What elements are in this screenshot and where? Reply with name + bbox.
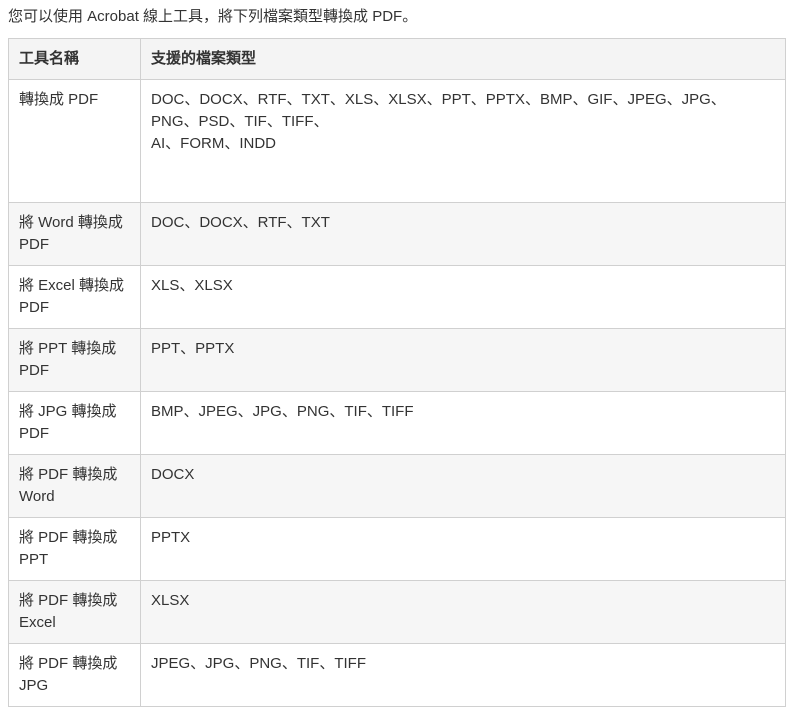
formats-cell: DOC、DOCX、RTF、TXT、XLS、XLSX、PPT、PPTX、BMP、G… <box>140 79 786 203</box>
tool-name-cell: 將 PDF 轉換成 Excel <box>8 580 141 644</box>
formats-cell: BMP、JPEG、JPG、PNG、TIF、TIFF <box>140 391 786 455</box>
table-row: 將 Excel 轉換成 PDF XLS、XLSX <box>8 265 786 329</box>
tool-name-cell: 將 PPT 轉換成 PDF <box>8 328 141 392</box>
intro-text: 您可以使用 Acrobat 線上工具，將下列檔案類型轉換成 PDF。 <box>8 8 418 25</box>
table-row: 將 PDF 轉換成 JPG JPEG、JPG、PNG、TIF、TIFF <box>8 643 786 707</box>
table-row: 將 PDF 轉換成 Excel XLSX <box>8 580 786 644</box>
formats-line: XLSX <box>151 592 190 609</box>
table-row: 將 Word 轉換成 PDF DOC、DOCX、RTF、TXT <box>8 202 786 266</box>
formats-line: PPT、PPTX <box>151 340 235 357</box>
formats-cell: JPEG、JPG、PNG、TIF、TIFF <box>140 643 786 707</box>
table-row: 將 PDF 轉換成 Word DOCX <box>8 454 786 518</box>
table-row: 轉換成 PDF DOC、DOCX、RTF、TXT、XLS、XLSX、PPT、PP… <box>8 79 786 203</box>
tool-name-cell: 將 Excel 轉換成 PDF <box>8 265 141 329</box>
header-tool-name: 工具名稱 <box>8 38 141 80</box>
formats-cell: PPTX <box>140 517 786 581</box>
tool-name-cell: 轉換成 PDF <box>8 79 141 203</box>
formats-line: BMP、JPEG、JPG、PNG、TIF、TIFF <box>151 403 414 420</box>
formats-cell: XLSX <box>140 580 786 644</box>
formats-line: PNG、PSD、TIF、TIFF、 <box>151 113 329 130</box>
tool-name-cell: 將 Word 轉換成 PDF <box>8 202 141 266</box>
formats-line: PPTX <box>151 529 191 546</box>
formats-cell: XLS、XLSX <box>140 265 786 329</box>
formats-cell: DOC、DOCX、RTF、TXT <box>140 202 786 266</box>
header-supported-types: 支援的檔案類型 <box>140 38 786 80</box>
formats-line: DOC、DOCX、RTF、TXT <box>151 214 330 231</box>
formats-cell: PPT、PPTX <box>140 328 786 392</box>
formats-cell: DOCX <box>140 454 786 518</box>
file-types-table: 工具名稱 支援的檔案類型 轉換成 PDF DOC、DOCX、RTF、TXT、XL… <box>8 38 786 707</box>
formats-line: JPEG、JPG、PNG、TIF、TIFF <box>151 655 367 672</box>
tool-name-cell: 將 PDF 轉換成 PPT <box>8 517 141 581</box>
tool-name-cell: 將 JPG 轉換成 PDF <box>8 391 141 455</box>
table-header-row: 工具名稱 支援的檔案類型 <box>8 38 786 80</box>
formats-line: DOCX <box>151 466 195 483</box>
formats-line: AI、FORM、INDD <box>151 135 276 152</box>
table-row: 將 JPG 轉換成 PDF BMP、JPEG、JPG、PNG、TIF、TIFF <box>8 391 786 455</box>
table-row: 將 PDF 轉換成 PPT PPTX <box>8 517 786 581</box>
tool-name-cell: 將 PDF 轉換成 JPG <box>8 643 141 707</box>
table-row: 將 PPT 轉換成 PDF PPT、PPTX <box>8 328 786 392</box>
formats-line: DOC、DOCX、RTF、TXT、XLS、XLSX、PPT、PPTX、BMP、G… <box>151 91 726 108</box>
formats-line: XLS、XLSX <box>151 277 233 294</box>
tool-name-cell: 將 PDF 轉換成 Word <box>8 454 141 518</box>
